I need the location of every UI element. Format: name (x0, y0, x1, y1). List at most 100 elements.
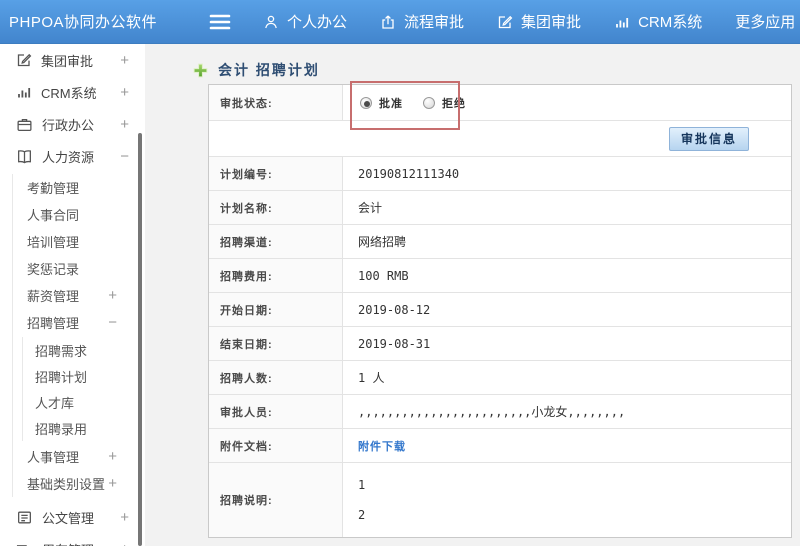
field-label: 招聘人数: (209, 361, 343, 394)
sidebar-item-培训管理[interactable]: 培训管理 (13, 228, 145, 255)
field-value: 12 (343, 463, 791, 537)
table-row: 结束日期: 2019-08-31 (209, 327, 791, 361)
expand-plus-icon[interactable]: + (120, 85, 129, 100)
status-row: 审批状态: 批准 拒绝 (209, 81, 791, 130)
sidebar-item-label: 招聘计划 (35, 369, 88, 385)
approve-radio[interactable] (360, 96, 372, 109)
table-row: 计划名称: 会计 (209, 191, 791, 225)
chart-icon (16, 84, 32, 100)
collapse-minus-icon[interactable]: − (108, 315, 117, 330)
nav-item-label: 集团审批 (521, 14, 582, 31)
doc-icon (16, 509, 33, 526)
nav-item-label: 更多应用 (735, 14, 796, 31)
sidebar-item-label: 用车管理 (42, 540, 94, 546)
add-icon (193, 63, 208, 78)
flow-icon (380, 14, 396, 30)
sidebar-submenu: 考勤管理人事合同培训管理奖惩记录薪资管理 + 招聘管理 − 招聘需求招聘计划人才库招聘录… (12, 174, 145, 497)
sidebar-item-label: 人力资源 (42, 149, 95, 165)
field-value: 附件下载 (343, 429, 791, 462)
expand-plus-icon[interactable]: + (108, 476, 117, 491)
sidebar-submenu: 招聘需求招聘计划人才库招聘录用 (22, 337, 145, 441)
table-row: 招聘人数: 1 人 (209, 361, 791, 395)
collapse-minus-icon[interactable]: − (120, 149, 129, 164)
expand-plus-icon[interactable]: + (108, 449, 117, 464)
table-row: 审批人员: ,,,,,,,,,,,,,,,,,,,,,,,,小龙女,,,,,,,, (209, 395, 791, 429)
sidebar-item-人事管理[interactable]: 人事管理 + (13, 443, 145, 470)
approval-radio-group: 批准 拒绝 (343, 95, 486, 111)
sidebar-item-人事合同[interactable]: 人事合同 (13, 201, 145, 228)
sidebar-item-人才库[interactable]: 人才库 (23, 389, 145, 415)
field-value: 网络招聘 (358, 235, 407, 249)
sidebar-item-薪资管理[interactable]: 薪资管理 + (13, 282, 145, 309)
sidebar-item-基础类别设置[interactable]: 基础类别设置 + (13, 470, 145, 497)
reject-radio-label[interactable]: 拒绝 (442, 95, 466, 111)
nav-item-1[interactable]: 个人办公 (263, 11, 347, 32)
expand-plus-icon[interactable]: + (120, 117, 129, 132)
field-value: ,,,,,,,,,,,,,,,,,,,,,,,,小龙女,,,,,,,, (358, 405, 626, 419)
field-value: 2019-08-31 (358, 336, 431, 351)
page-title: 会计 招聘计划 (218, 62, 320, 78)
attachment-download-link[interactable]: 附件下载 (358, 438, 406, 454)
field-value: 2019-08-12 (358, 302, 431, 317)
field-label-status: 审批状态: (209, 85, 343, 120)
field-value: 会计 (358, 201, 383, 215)
field-label: 结束日期: (209, 327, 343, 360)
nav-item-label: 流程审批 (404, 14, 465, 31)
field-label: 招聘说明: (209, 463, 343, 537)
sidebar-item-人力资源[interactable]: 人力资源 − (0, 140, 145, 172)
sidebar-item-label: 薪资管理 (27, 289, 80, 304)
nav-item-5[interactable]: 更多应用 (735, 11, 800, 32)
table-row: 计划编号: 20190812111340 (209, 157, 791, 191)
sidebar-item-label: 奖惩记录 (27, 262, 80, 277)
sidebar-item-CRM系统[interactable]: CRM系统 + (0, 76, 145, 108)
chart-icon (614, 14, 630, 30)
sidebar-scrollbar[interactable] (138, 133, 142, 546)
sidebar-item-label: 培训管理 (27, 235, 80, 250)
page-title-row: 会计 招聘计划 (145, 44, 800, 84)
detail-panel: 审批状态: 批准 拒绝 审批信息 计划编号: 20190812111340 计划名称… (208, 81, 792, 538)
sidebar-item-行政办公[interactable]: 行政办公 + (0, 108, 145, 140)
edit-icon (16, 52, 32, 68)
sidebar-item-label: 基础类别设置 (27, 477, 106, 492)
sidebar-item-label: 人才库 (35, 395, 75, 411)
nav-item-2[interactable]: 流程审批 (380, 11, 464, 32)
menu-toggle-icon[interactable] (209, 13, 231, 31)
sidebar-item-label: CRM系统 (41, 85, 97, 101)
sidebar-item-label: 招聘录用 (35, 421, 88, 437)
expand-plus-icon[interactable]: + (120, 542, 129, 546)
button-row: 审批信息 (209, 121, 791, 157)
field-label: 计划名称: (209, 191, 343, 224)
field-value: 1 人 (358, 371, 385, 385)
sidebar-item-用车管理[interactable]: 用车管理 + (0, 533, 145, 546)
nav-item-4[interactable]: CRM系统 (614, 11, 702, 32)
sidebar-item-集团审批[interactable]: 集团审批 + (0, 44, 145, 76)
nav-item-label: 个人办公 (287, 14, 348, 31)
sidebar-item-label: 集团审批 (41, 53, 94, 69)
expand-plus-icon[interactable]: + (120, 53, 129, 68)
reject-radio[interactable] (423, 96, 435, 109)
sidebar-item-label: 人事合同 (27, 208, 80, 223)
field-label: 附件文档: (209, 429, 343, 462)
table-row: 招聘费用: 100 RMB (209, 259, 791, 293)
top-bar: PHPOA协同办公软件 个人办公 流程审批 集团审批 CRM系统 更多应用 (0, 0, 800, 44)
sidebar-item-招聘需求[interactable]: 招聘需求 (23, 337, 145, 363)
sidebar-item-公文管理[interactable]: 公文管理 + (0, 501, 145, 533)
sidebar-item-考勤管理[interactable]: 考勤管理 (13, 174, 145, 201)
field-value: 20190812111340 (358, 166, 460, 181)
nav-item-3[interactable]: 集团审批 (497, 11, 581, 32)
sidebar-item-label: 公文管理 (42, 510, 95, 526)
expand-plus-icon[interactable]: + (120, 510, 129, 525)
sidebar-item-招聘录用[interactable]: 招聘录用 (23, 415, 145, 441)
sidebar-item-招聘计划[interactable]: 招聘计划 (23, 363, 145, 389)
edit-icon (497, 14, 513, 30)
approval-info-button[interactable]: 审批信息 (669, 126, 749, 151)
book-icon (16, 148, 33, 165)
expand-plus-icon[interactable]: + (108, 288, 117, 303)
sidebar-item-招聘管理[interactable]: 招聘管理 − (13, 309, 145, 336)
sidebar-item-label: 招聘管理 (27, 316, 80, 331)
approve-radio-label[interactable]: 批准 (379, 95, 403, 111)
field-label: 计划编号: (209, 157, 343, 190)
sidebar-item-奖惩记录[interactable]: 奖惩记录 (13, 255, 145, 282)
sidebar: 集团审批 + CRM系统 + 行政办公 + 人力资源 − 考勤管理 人事合同 培训管理 奖惩记录 薪资管… (0, 44, 145, 546)
top-nav: 个人办公 流程审批 集团审批 CRM系统 更多应用 (263, 11, 800, 32)
